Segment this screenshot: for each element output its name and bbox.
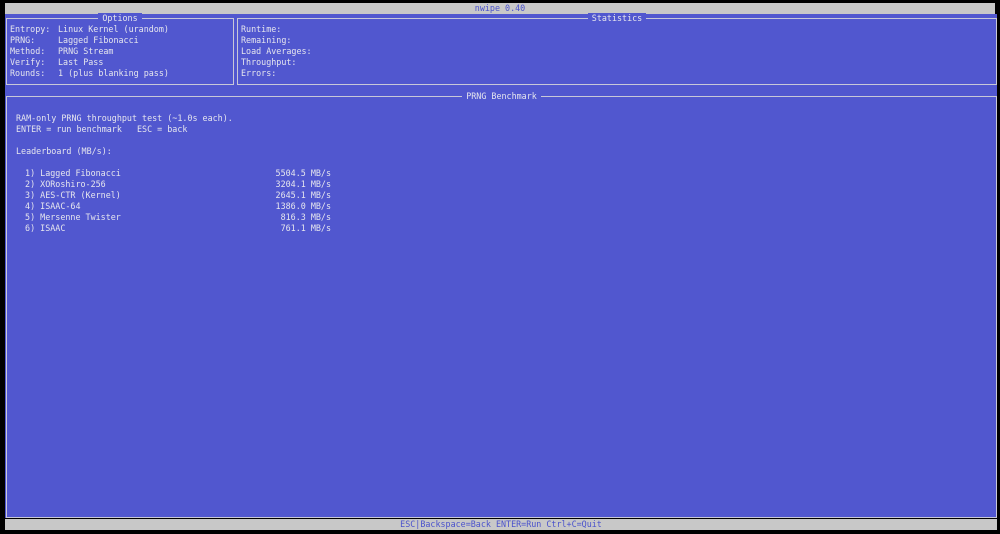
benchmark-intro-1: RAM-only PRNG throughput test (~1.0s eac… [16, 113, 233, 123]
options-title: Options [98, 13, 142, 23]
statistics-panel: Statistics Runtime: Remaining: Load Aver… [237, 13, 997, 85]
option-row-entropy: Entropy: Linux Kernel (urandom) [10, 24, 169, 34]
terminal-screen: nwipe 0.40 Options Entropy: Linux Kernel … [0, 0, 1000, 534]
option-row-verify: Verify: Last Pass [10, 57, 104, 67]
leaderboard-row: 4) ISAAC-64 1386.0 MB/s [20, 201, 331, 211]
leaderboard-row: 5) Mersenne Twister 816.3 MB/s [20, 212, 331, 222]
option-row-prng: PRNG: Lagged Fibonacci [10, 35, 139, 45]
option-row-method: Method: PRNG Stream [10, 46, 114, 56]
stat-runtime: Runtime: [241, 24, 282, 34]
stat-remaining: Remaining: [241, 35, 292, 45]
main-area: Options Entropy: Linux Kernel (urandom) P… [5, 13, 997, 518]
benchmark-panel: PRNG Benchmark RAM-only PRNG throughput … [6, 91, 997, 518]
leaderboard-list: 1) Lagged Fibonacci 5504.5 MB/s 2) XORosh… [16, 168, 376, 234]
stat-throughput: Throughput: [241, 57, 297, 67]
option-row-rounds: Rounds: 1 (plus blanking pass) [10, 68, 169, 78]
stat-errors: Errors: [241, 68, 277, 78]
leaderboard-row: 2) XORoshiro-256 3204.1 MB/s [20, 179, 331, 189]
leaderboard-row: 6) ISAAC 761.1 MB/s [20, 223, 331, 233]
leaderboard-row: 3) AES-CTR (Kernel) 2645.1 MB/s [20, 190, 331, 200]
benchmark-intro-2: ENTER = run benchmark ESC = back [16, 124, 188, 134]
options-panel: Options Entropy: Linux Kernel (urandom) P… [6, 13, 234, 85]
benchmark-title: PRNG Benchmark [462, 91, 541, 101]
key-hints-footer: ESC|Backspace=Back ENTER=Run Ctrl+C=Quit [5, 519, 997, 530]
leaderboard-title: Leaderboard (MB/s): [16, 146, 112, 156]
statistics-title: Statistics [587, 13, 647, 23]
leaderboard-row: 1) Lagged Fibonacci 5504.5 MB/s [20, 168, 331, 178]
stat-load-averages: Load Averages: [241, 46, 312, 56]
